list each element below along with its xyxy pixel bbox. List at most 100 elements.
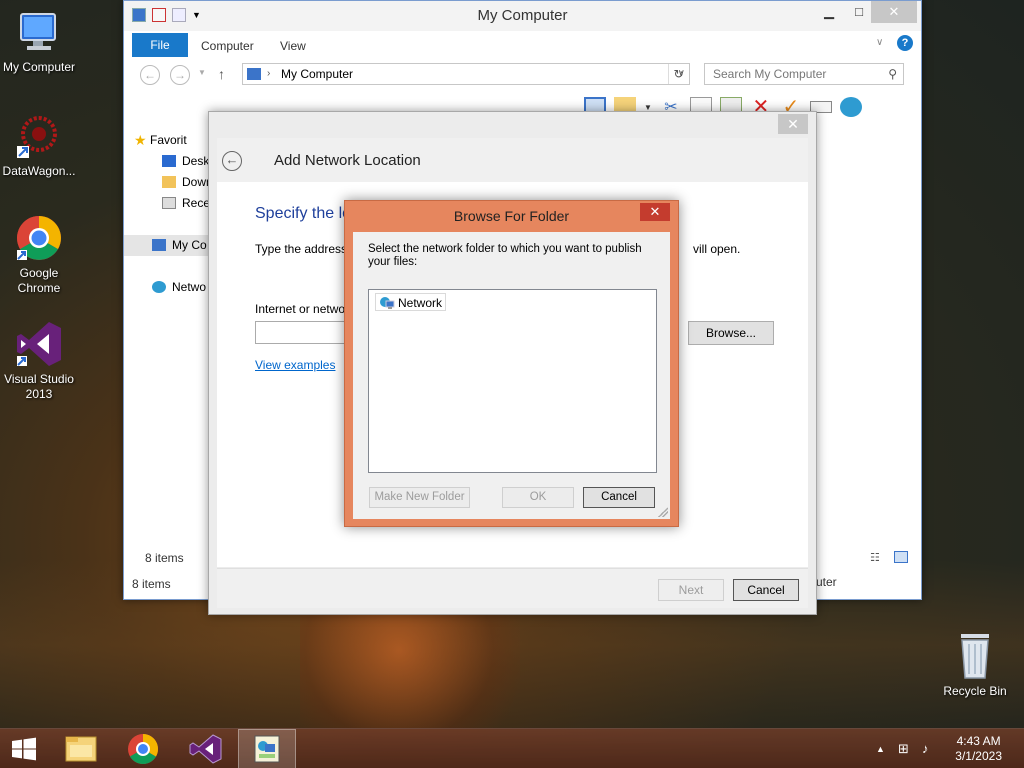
desktop-icon-google-chrome[interactable]: Google Chrome xyxy=(0,214,78,296)
clock[interactable]: 4:43 AM 3/1/2023 xyxy=(955,734,1002,764)
desktop-icon-label: Google Chrome xyxy=(17,266,61,295)
close-button[interactable]: ✕ xyxy=(640,203,670,221)
next-button[interactable]: Next xyxy=(658,579,724,601)
status-location-partial: uter xyxy=(816,575,837,589)
explorer-titlebar: ▼ My Computer ▁ □ ✕ xyxy=(124,1,921,31)
nav-item-label: Netwo xyxy=(172,280,207,294)
up-button[interactable]: ↑ xyxy=(218,66,225,82)
window-title: My Computer xyxy=(477,7,568,24)
ok-button[interactable]: OK xyxy=(502,487,574,508)
network-location-icon xyxy=(254,735,280,763)
maximize-button[interactable]: □ xyxy=(844,1,874,23)
nav-item-recent[interactable]: Rece xyxy=(124,193,214,214)
globe-icon[interactable] xyxy=(839,97,862,117)
close-button[interactable]: ✕ xyxy=(778,114,808,134)
taskbar-file-explorer[interactable] xyxy=(52,729,110,768)
tab-computer[interactable]: Computer xyxy=(201,39,254,53)
desktop-icon-label: DataWagon... xyxy=(2,164,76,178)
refresh-icon[interactable]: ↻ xyxy=(668,64,688,84)
star-icon: ★ xyxy=(134,132,147,148)
network-icon xyxy=(152,281,166,293)
windows-logo-icon xyxy=(12,737,36,761)
tree-item-network[interactable]: Network xyxy=(375,293,447,311)
instruction-text: Select the network folder to which you w… xyxy=(368,243,642,268)
desktop-icon-datawagon[interactable]: DataWagon... xyxy=(0,112,78,179)
recent-places-icon xyxy=(162,197,176,209)
browse-for-folder-dialog: Browse For Folder ✕ Select the network f… xyxy=(344,200,679,527)
wizard-title: Add Network Location xyxy=(274,152,421,169)
wizard-header: ← Add Network Location xyxy=(217,138,808,182)
computer-small-icon xyxy=(152,239,166,251)
browse-button[interactable]: Browse... xyxy=(688,321,774,345)
status-bar-count: 8 items xyxy=(132,577,171,591)
ribbon-expand-icon[interactable]: ∨ xyxy=(876,37,883,48)
address-bar[interactable]: › My Computer ∨ xyxy=(242,63,690,85)
close-button[interactable]: ✕ xyxy=(871,1,917,23)
nav-item-network[interactable]: Netwo xyxy=(124,277,214,298)
computer-icon xyxy=(15,8,63,56)
large-icons-view-icon[interactable] xyxy=(894,551,908,563)
clock-time: 4:43 AM xyxy=(956,734,1001,748)
visual-studio-icon xyxy=(15,320,63,368)
nav-item-label: Favorit xyxy=(150,133,187,147)
help-icon[interactable]: ? xyxy=(897,35,913,51)
tree-item-label: Network xyxy=(398,296,443,310)
desktop-icon-label: Visual Studio 2013 xyxy=(4,372,74,401)
nav-item-desktop[interactable]: Desk xyxy=(124,151,214,172)
make-new-folder-button[interactable]: Make New Folder xyxy=(369,487,470,508)
status-item-count: 8 items xyxy=(145,551,184,565)
search-input[interactable]: Search My Computer ⚲ xyxy=(704,63,904,85)
file-explorer-icon xyxy=(65,736,97,762)
address-field-label: Internet or netwo xyxy=(255,302,346,316)
downloads-icon xyxy=(162,176,176,188)
wizard-heading: Specify the lo xyxy=(255,205,352,222)
desktop-icon-visual-studio[interactable]: Visual Studio 2013 xyxy=(0,320,78,402)
wizard-footer: Next Cancel xyxy=(217,568,808,608)
network-icon xyxy=(379,296,395,310)
network-tray-icon[interactable]: ⊞ xyxy=(898,741,909,757)
datawagon-icon xyxy=(15,112,63,160)
nav-item-my-computer[interactable]: My Co xyxy=(124,235,214,256)
minimize-button[interactable]: ▁ xyxy=(814,1,844,23)
view-examples-link[interactable]: View examples xyxy=(255,358,335,372)
cancel-button[interactable]: Cancel xyxy=(583,487,655,508)
search-placeholder: Search My Computer xyxy=(713,67,827,81)
network-address-input[interactable] xyxy=(255,321,355,344)
forward-button[interactable]: → xyxy=(170,65,190,85)
desktop-icon xyxy=(162,155,176,167)
taskbar-chrome[interactable] xyxy=(114,729,172,768)
nav-item-favorites[interactable]: ★ Favorit xyxy=(124,130,214,151)
breadcrumb-chevron-icon: › xyxy=(267,68,271,79)
nav-item-downloads[interactable]: Down xyxy=(124,172,214,193)
navigation-pane: ★ Favorit Desk Down Rece My Co Netwo xyxy=(124,125,214,298)
chrome-icon xyxy=(15,214,63,262)
address-text: My Computer xyxy=(281,67,354,81)
start-button[interactable] xyxy=(0,729,58,768)
desktop-icon-label: Recycle Bin xyxy=(943,684,1007,698)
taskbar-add-network-location[interactable] xyxy=(238,729,296,768)
computer-small-icon xyxy=(247,68,261,80)
nav-item-label: My Co xyxy=(172,238,207,252)
recent-locations-icon[interactable]: ▼ xyxy=(198,68,206,77)
dialog-body: Select the network folder to which you w… xyxy=(353,232,670,519)
desktop-icon-my-computer[interactable]: My Computer xyxy=(0,8,78,75)
desktop-icon-label: My Computer xyxy=(2,60,76,74)
desktop-icon-recycle-bin[interactable]: Recycle Bin xyxy=(936,632,1014,699)
folder-tree[interactable]: Network xyxy=(368,289,657,473)
show-hidden-icons-icon[interactable]: ▲ xyxy=(876,744,885,754)
tab-view[interactable]: View xyxy=(280,39,306,53)
taskbar: ▲ ⊞ ♪ 4:43 AM 3/1/2023 xyxy=(0,728,1024,768)
visual-studio-icon xyxy=(189,734,222,764)
details-view-icon[interactable]: ☷ xyxy=(870,551,880,564)
cancel-button[interactable]: Cancel xyxy=(733,579,799,601)
back-arrow-icon[interactable]: ← xyxy=(222,151,242,171)
resize-grip[interactable] xyxy=(658,507,668,517)
back-button[interactable]: ← xyxy=(140,65,160,85)
volume-icon[interactable]: ♪ xyxy=(922,741,929,756)
nav-item-label: Desk xyxy=(182,154,210,168)
tab-file[interactable]: File xyxy=(132,33,188,57)
recycle-bin-icon xyxy=(955,632,995,680)
taskbar-visual-studio[interactable] xyxy=(176,729,234,768)
nav-item-label: Rece xyxy=(182,196,211,210)
wizard-description: Type the address xyxy=(255,242,348,256)
